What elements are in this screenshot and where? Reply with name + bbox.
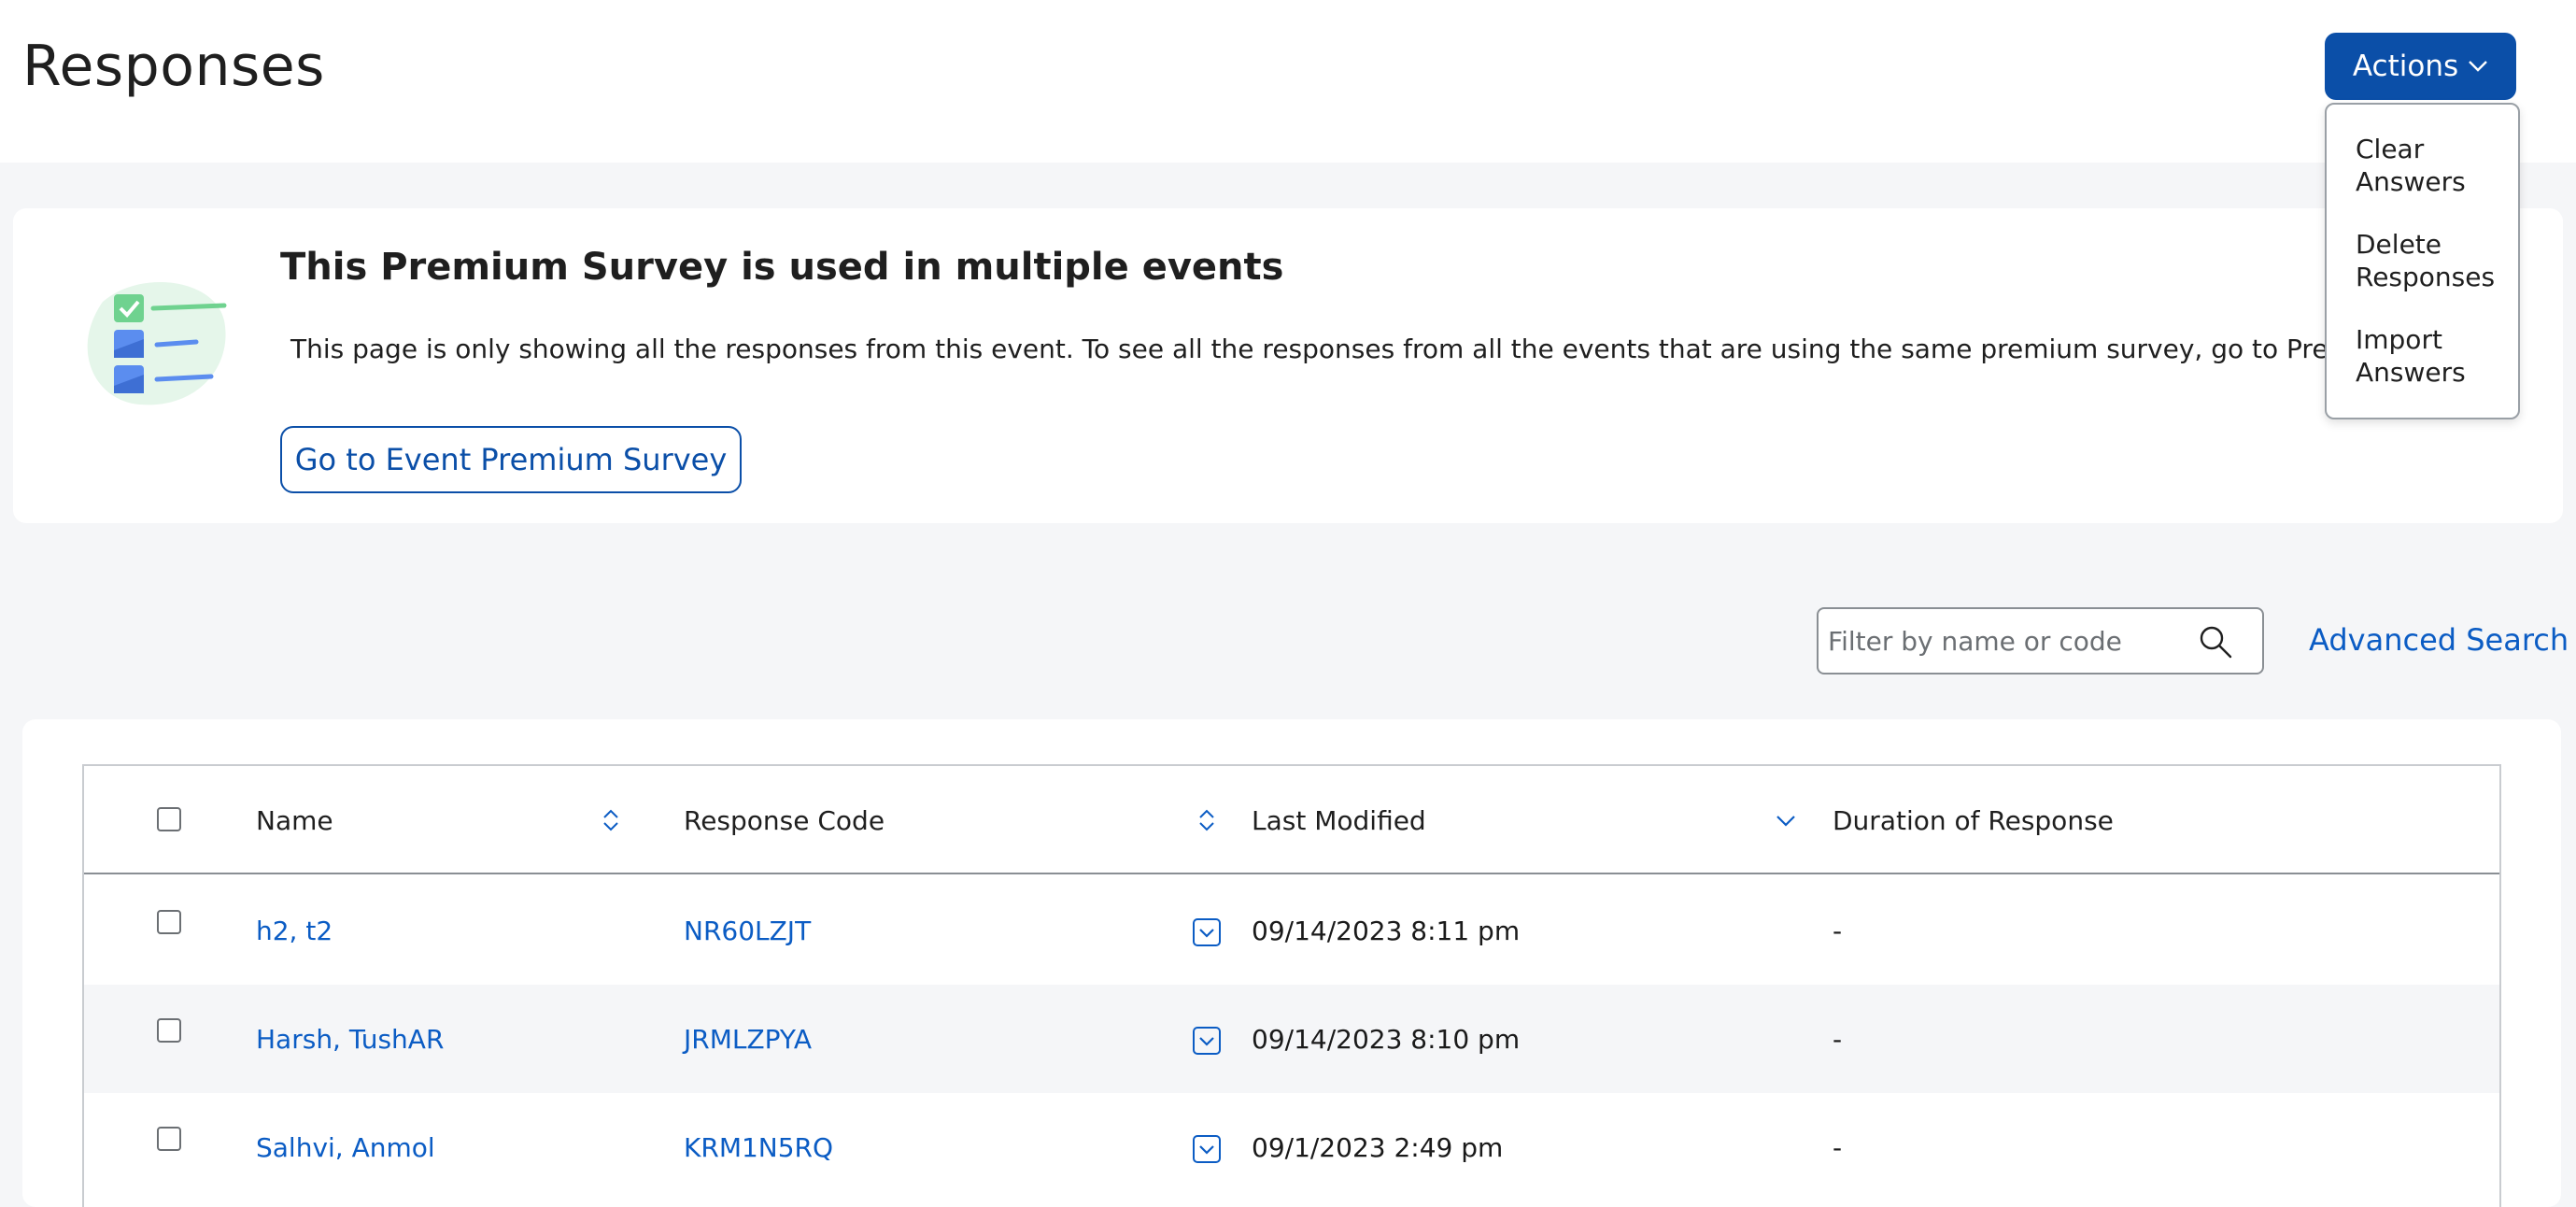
expand-icon[interactable] [1192,917,1222,947]
expand-icon[interactable] [1192,1134,1222,1164]
advanced-search-link[interactable]: Advanced Search [2309,622,2569,658]
menu-item-delete-responses[interactable]: Delete Responses [2327,228,2518,323]
row-checkbox[interactable] [157,910,181,934]
search-input[interactable] [1828,609,2201,673]
last-modified-value: 09/14/2023 8:11 pm [1252,916,1521,946]
notice-title: This Premium Survey is used in multiple … [280,246,1284,289]
sort-icon[interactable] [602,807,620,833]
respondent-name-link[interactable]: h2, t2 [256,916,333,946]
table-row: Salhvi, Anmol KRM1N5RQ 09/1/2023 2:49 pm… [84,1093,2499,1201]
select-all-checkbox[interactable] [157,807,181,831]
go-to-event-premium-survey-button[interactable]: Go to Event Premium Survey [280,426,742,493]
sort-descending-icon[interactable] [1775,807,1797,833]
column-header-last-modified: Last Modified [1252,805,1426,836]
menu-item-label: Import [2356,324,2442,355]
responses-table: Name Response Code Last Modified Duratio… [82,764,2501,1207]
response-code-link[interactable]: KRM1N5RQ [684,1132,833,1163]
menu-item-label: Delete [2356,229,2442,260]
row-checkbox[interactable] [157,1127,181,1151]
menu-item-label: Responses [2356,262,2496,292]
duration-value: - [1833,916,1843,946]
respondent-name-link[interactable]: Harsh, TushAR [256,1024,444,1055]
checklist-illustration-icon [87,281,227,405]
premium-survey-notice: This Premium Survey is used in multiple … [13,208,2563,523]
actions-button[interactable]: Actions [2325,33,2516,100]
actions-button-label: Actions [2352,50,2459,83]
sort-icon[interactable] [1197,807,1216,833]
menu-item-label: Answers [2356,166,2466,197]
menu-item-label: Clear [2356,134,2425,164]
column-header-name: Name [256,805,333,836]
page-title: Responses [22,34,325,99]
duration-value: - [1833,1024,1843,1055]
chevron-down-icon [2469,61,2487,72]
response-code-link[interactable]: JRMLZPYA [684,1024,812,1055]
last-modified-value: 09/14/2023 8:10 pm [1252,1024,1521,1055]
search-box [1817,607,2264,674]
page-header: Responses Actions [0,0,2576,163]
table-row: Harsh, TushAR JRMLZPYA 09/14/2023 8:10 p… [84,985,2499,1093]
duration-value: - [1833,1132,1843,1163]
responses-table-card: Name Response Code Last Modified Duratio… [22,719,2561,1207]
search-icon[interactable] [2198,624,2233,660]
notice-message: This page is only showing all the respon… [290,334,2513,364]
row-checkbox[interactable] [157,1018,181,1043]
last-modified-value: 09/1/2023 2:49 pm [1252,1132,1504,1163]
menu-item-label: Answers [2356,357,2466,388]
table-header: Name Response Code Last Modified Duratio… [84,766,2499,874]
expand-icon[interactable] [1192,1026,1222,1056]
response-code-link[interactable]: NR60LZJT [684,916,811,946]
menu-item-import-answers[interactable]: Import Answers [2327,323,2518,419]
menu-item-clear-answers[interactable]: Clear Answers [2327,133,2518,228]
column-header-response-code: Response Code [684,805,885,836]
actions-dropdown-menu: Clear Answers Delete Responses Import An… [2325,103,2520,419]
table-row: h2, t2 NR60LZJT 09/14/2023 8:11 pm - [84,876,2499,985]
respondent-name-link[interactable]: Salhvi, Anmol [256,1132,435,1163]
column-header-duration: Duration of Response [1833,805,2114,836]
